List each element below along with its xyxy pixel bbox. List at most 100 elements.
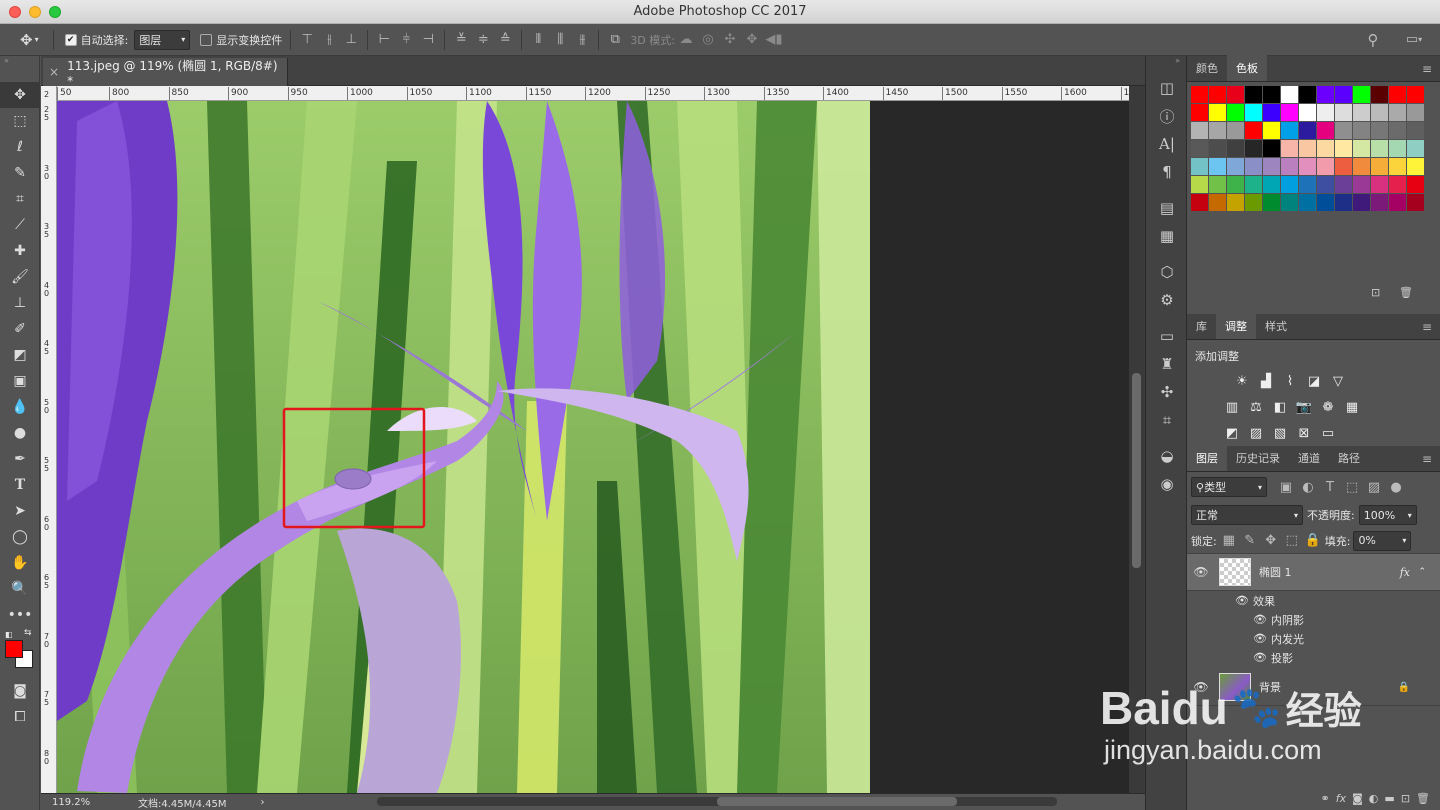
filter-adjustment-icon[interactable]: ◐ [1297,476,1319,498]
color-swatch[interactable] [1281,104,1298,121]
selective-color-icon[interactable]: ▭ [1319,424,1337,442]
horizontal-scrollbar[interactable] [377,797,1057,806]
color-swatch[interactable] [1335,122,1352,139]
auto-select-dropdown[interactable]: 图层 ▾ [134,29,191,50]
filter-pixel-icon[interactable]: ▣ [1275,476,1297,498]
measurement-log-panel-icon[interactable]: ◒ [1146,442,1188,470]
color-swatch[interactable] [1389,158,1406,175]
move-tool-icon[interactable]: ✥ [0,82,40,108]
quick-mask-icon[interactable]: ◙ [0,678,40,704]
zoom-level[interactable]: 119.2% [52,797,122,808]
add-mask-icon[interactable]: ◙ [1352,792,1363,805]
visibility-eye-icon[interactable]: 👁 [1253,613,1267,626]
color-swatch[interactable] [1353,140,1370,157]
color-swatch[interactable] [1281,158,1298,175]
lock-position-icon[interactable]: ✥ [1262,530,1280,552]
collapse-effects-icon[interactable]: ⌃ [1418,567,1426,577]
color-swatch[interactable] [1407,140,1424,157]
gradient-map-icon[interactable]: ⊠ [1295,424,1313,442]
lock-all-icon[interactable]: 🔒 [1304,530,1322,552]
default-colors-icon[interactable]: ◧ [5,630,13,639]
color-swatch[interactable] [1245,158,1262,175]
effects-group[interactable]: 👁 效果 [1235,591,1440,610]
color-swatch[interactable] [1263,140,1280,157]
strip-collapse-icon[interactable]: » [1146,56,1186,74]
workspace-switcher-icon[interactable]: ▭ ▾ [1398,29,1430,51]
color-swatch[interactable] [1227,104,1244,121]
lock-artboard-icon[interactable]: ⬚ [1283,530,1301,552]
distribute-bottom-icon[interactable]: ≙ [494,29,516,51]
layer-row-background[interactable]: 👁 背景 🔒 [1187,669,1440,706]
lock-transparent-icon[interactable]: ▦ [1220,530,1238,552]
color-swatch[interactable] [1353,176,1370,193]
slide-3d-icon[interactable]: ✥ [741,29,763,51]
color-swatch[interactable] [1353,86,1370,103]
tab-channels[interactable]: 通道 [1289,445,1329,471]
distribute-left-icon[interactable]: ⫴ [527,29,549,51]
brush-presets-panel-icon[interactable]: ▤ [1146,194,1188,222]
color-swatch[interactable] [1209,104,1226,121]
color-swatch[interactable] [1227,194,1244,211]
crop-tool-icon[interactable]: ⌗ [0,186,40,212]
curves-icon[interactable]: ⌇ [1281,372,1299,390]
black-white-icon[interactable]: ◧ [1271,398,1289,416]
color-swatch[interactable] [1263,86,1280,103]
delete-swatch-icon[interactable]: 🗑 [1399,286,1413,299]
visibility-eye-icon[interactable]: 👁 [1187,680,1215,694]
align-vertical-center-icon[interactable]: ⫲ [318,29,340,51]
drag-3d-icon[interactable]: ✣ [719,29,741,51]
color-swatch[interactable] [1317,140,1334,157]
horizontal-ruler[interactable]: 50 800 850 900 950 1000 1050 1100 1150 1200 1250 13… [57,86,1129,101]
color-swatch[interactable] [1353,158,1370,175]
color-swatch[interactable] [1227,140,1244,157]
color-swatch[interactable] [1407,194,1424,211]
clone-stamp-tool-icon[interactable]: ⊥ [0,290,40,316]
color-swatch[interactable] [1191,176,1208,193]
color-swatch[interactable] [1263,158,1280,175]
color-swatch[interactable] [1407,104,1424,121]
actions-panel-icon[interactable]: ⚙ [1146,286,1188,314]
swap-colors-icon[interactable]: ⇆ [24,628,32,638]
color-swatch[interactable] [1191,194,1208,211]
color-swatch[interactable] [1281,194,1298,211]
vibrance-icon[interactable]: ▽ [1329,372,1347,390]
color-swatch[interactable] [1191,104,1208,121]
zoom-window-button[interactable] [49,6,61,18]
new-layer-icon[interactable]: ⊡ [1401,792,1410,805]
adjustments-strip-icon[interactable]: ◉ [1146,470,1188,498]
quick-selection-tool-icon[interactable]: ✎ [0,160,40,186]
distribute-right-icon[interactable]: ⫵ [571,29,593,51]
screen-mode-icon[interactable]: ⧠ [0,704,40,730]
visibility-eye-icon[interactable]: 👁 [1253,651,1267,664]
visibility-eye-icon[interactable]: 👁 [1253,632,1267,645]
color-swatch[interactable] [1335,194,1352,211]
color-swatch[interactable] [1191,158,1208,175]
tab-adjustments[interactable]: 调整 [1216,313,1256,339]
color-swatch[interactable] [1299,176,1316,193]
color-swatch[interactable] [1209,86,1226,103]
align-top-icon[interactable]: ⊤ [296,29,318,51]
character-panel-icon[interactable]: A| [1146,130,1188,158]
minimize-window-button[interactable] [29,6,41,18]
color-swatch[interactable] [1407,86,1424,103]
color-swatch[interactable] [1371,140,1388,157]
color-swatch[interactable] [1299,140,1316,157]
close-tab-icon[interactable]: × [49,65,59,79]
document-tab[interactable]: × 113.jpeg @ 119% (椭圆 1, RGB/8#) * [43,58,288,88]
color-swatch[interactable] [1335,140,1352,157]
color-swatch[interactable] [1353,104,1370,121]
invert-icon[interactable]: ◩ [1223,424,1241,442]
panel-menu-icon[interactable]: ≡ [1422,452,1432,466]
auto-align-layers-icon[interactable]: ⧉ [604,29,626,51]
distribute-top-icon[interactable]: ≚ [450,29,472,51]
roll-3d-icon[interactable]: ◎ [697,29,719,51]
color-swatch[interactable] [1281,176,1298,193]
new-group-icon[interactable]: ▬ [1384,792,1394,805]
posterize-icon[interactable]: ▨ [1247,424,1265,442]
color-swatch[interactable] [1317,104,1334,121]
color-swatch[interactable] [1299,104,1316,121]
color-swatch[interactable] [1299,122,1316,139]
photo-iris-flower[interactable] [57,101,870,793]
visibility-eye-icon[interactable]: 👁 [1235,594,1249,607]
color-swatch[interactable] [1209,122,1226,139]
